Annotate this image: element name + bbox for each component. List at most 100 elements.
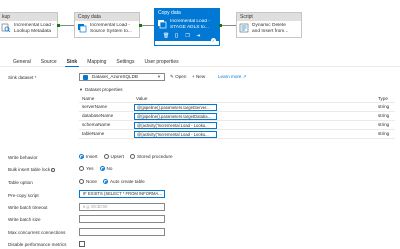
lookup-icon xyxy=(1,23,11,33)
param-name: databaseName xyxy=(82,113,114,118)
pipeline-canvas[interactable]: kup Incremental Load - Lookup Metadata C… xyxy=(0,0,400,52)
activity-actions: 🗑 {} ❐ ➜ xyxy=(155,33,219,41)
dataset-properties-toggle[interactable]: ▼ Dataset properties xyxy=(79,87,123,92)
disable-metrics-label: Disable performance metrics xyxy=(8,242,66,247)
success-connector xyxy=(57,24,60,27)
radio-empty-icon xyxy=(130,154,136,159)
open-dataset-link[interactable]: ✎ Open xyxy=(170,74,186,80)
column-header-type: Type xyxy=(378,96,388,101)
success-connector xyxy=(219,24,222,27)
delete-icon[interactable]: 🗑 xyxy=(163,34,169,39)
bulk-insert-label: Bulk insert table lock i xyxy=(8,167,55,172)
learn-more-text: Learn more xyxy=(218,74,242,79)
bulk-insert-label-text: Bulk insert table lock xyxy=(8,167,51,172)
bulk-insert-radio-group: Yes No xyxy=(79,166,112,171)
activity-script[interactable]: Script Dynamic Delete and Insert from... xyxy=(236,12,302,38)
table-header-row: Name Value Type xyxy=(79,96,395,103)
radio-label: Yes xyxy=(86,166,94,171)
max-connections-input[interactable] xyxy=(79,228,165,236)
sink-dataset-value: Dataset_AzureSQLDB xyxy=(92,74,138,79)
pre-copy-script-label-text: Pre-copy script xyxy=(8,193,39,198)
write-batch-size-label-text: Write batch size xyxy=(8,217,41,222)
param-name: schemaName xyxy=(82,122,111,127)
activity-type-label: kup xyxy=(0,13,57,21)
write-batch-size-input[interactable] xyxy=(79,215,165,223)
write-behavior-label-text: Write behavior xyxy=(8,155,38,160)
param-type: string xyxy=(378,122,390,127)
table-row: serverName @{pipeline().parameters.targe… xyxy=(79,103,395,112)
pencil-icon: ✎ xyxy=(170,74,174,79)
pre-copy-script-input[interactable]: IF EXISTS (SELECT * FROM INFORMA... xyxy=(79,190,165,198)
radio-none[interactable]: None xyxy=(79,179,97,184)
connector-line xyxy=(220,25,236,26)
write-batch-timeout-input[interactable]: e.g. 00:30:00 xyxy=(79,203,165,211)
max-connections-label-text: Max concurrent connections xyxy=(8,230,66,235)
sink-dataset-label-text: Sink dataset xyxy=(8,75,34,80)
script-icon xyxy=(239,23,249,33)
radio-empty-icon xyxy=(103,154,109,159)
max-connections-label: Max concurrent connections xyxy=(8,230,65,235)
tab-settings[interactable]: Settings xyxy=(111,58,139,66)
copy-data-icon xyxy=(157,19,167,29)
param-type: string xyxy=(378,104,390,109)
tab-general[interactable]: General xyxy=(8,58,36,66)
radio-label: No xyxy=(106,166,113,171)
table-option-label-text: Table option xyxy=(8,180,33,185)
sink-dataset-label: Sink dataset * xyxy=(8,75,36,80)
param-value-input[interactable]: @{pipeline().parameters.targetDataba... xyxy=(134,113,217,120)
param-value-input[interactable]: @{activity('Incremental Load - Looku... xyxy=(134,122,217,129)
radio-label: Upsert xyxy=(110,154,125,159)
properties-tabs: General Source Sink Mapping Settings Use… xyxy=(0,58,400,67)
learn-more-link[interactable]: Learn more ↗ xyxy=(218,74,247,80)
radio-label: Insert xyxy=(86,154,98,159)
activity-copy-stage-selected[interactable]: Copy data Incremental Load - STAGE ADLS … xyxy=(154,8,220,46)
radio-label: None xyxy=(86,179,97,184)
write-batch-size-label: Write batch size xyxy=(8,217,41,222)
disable-metrics-checkbox[interactable] xyxy=(79,241,85,247)
radio-empty-icon xyxy=(79,166,84,171)
write-batch-timeout-label: Write batch timeout xyxy=(8,205,48,210)
param-value-input[interactable]: @{activity('Incremental Load - Looku... xyxy=(134,131,217,138)
activity-name-line2: Source System to... xyxy=(90,29,132,34)
radio-insert[interactable]: Insert xyxy=(79,154,98,159)
radio-selected-icon xyxy=(99,166,105,171)
disable-metrics-label-text: Disable performance metrics xyxy=(8,242,67,247)
connector-line xyxy=(58,25,74,26)
radio-auto-create-table[interactable]: Auto create table xyxy=(102,179,145,184)
radio-upsert[interactable]: Upsert xyxy=(103,154,125,159)
param-type: string xyxy=(378,131,390,136)
new-label: New xyxy=(195,74,206,79)
write-behavior-radio-group: Insert Upsert Stored procedure xyxy=(79,154,173,159)
radio-selected-icon xyxy=(79,154,84,159)
activity-type-label: Script xyxy=(237,13,301,21)
connector-line xyxy=(140,25,154,26)
new-dataset-link[interactable]: + New xyxy=(192,74,205,79)
radio-no[interactable]: No xyxy=(99,166,113,171)
activity-name-line2: STAGE ADLS to... xyxy=(170,25,209,30)
write-batch-timeout-label-text: Write batch timeout xyxy=(8,205,48,210)
copy-data-icon xyxy=(77,23,87,33)
tab-source[interactable]: Source xyxy=(36,58,62,66)
activity-lookup[interactable]: kup Incremental Load - Lookup Metadata xyxy=(0,12,58,38)
tab-mapping[interactable]: Mapping xyxy=(82,58,111,66)
table-row: databaseName @{pipeline().parameters.tar… xyxy=(79,112,395,121)
radio-empty-icon xyxy=(79,179,84,184)
arrow-right-icon[interactable]: ➜ xyxy=(196,34,201,39)
activity-copy-source[interactable]: Copy data Incremental Load - Source Syst… xyxy=(74,12,140,38)
info-icon[interactable]: i xyxy=(51,168,55,172)
tab-user-properties[interactable]: User properties xyxy=(139,58,183,66)
radio-label: Stored procedure xyxy=(137,154,173,159)
tab-sink[interactable]: Sink xyxy=(62,58,83,67)
radio-label: Auto create table xyxy=(109,179,145,184)
activity-type-label: Copy data xyxy=(155,9,219,17)
param-value-input[interactable]: @{pipeline().parameters.targetServer... xyxy=(134,104,217,111)
sink-dataset-select[interactable]: Dataset_AzureSQLDB ▼ xyxy=(79,73,165,81)
radio-selected-icon xyxy=(102,179,108,184)
table-option-label: Table option xyxy=(8,180,33,185)
code-icon[interactable]: {} xyxy=(174,34,179,39)
clone-icon[interactable]: ❐ xyxy=(185,34,190,39)
pre-copy-script-label: Pre-copy script xyxy=(8,193,39,198)
radio-yes[interactable]: Yes xyxy=(79,166,94,171)
param-type: string xyxy=(378,113,390,118)
radio-stored-procedure[interactable]: Stored procedure xyxy=(130,154,173,159)
